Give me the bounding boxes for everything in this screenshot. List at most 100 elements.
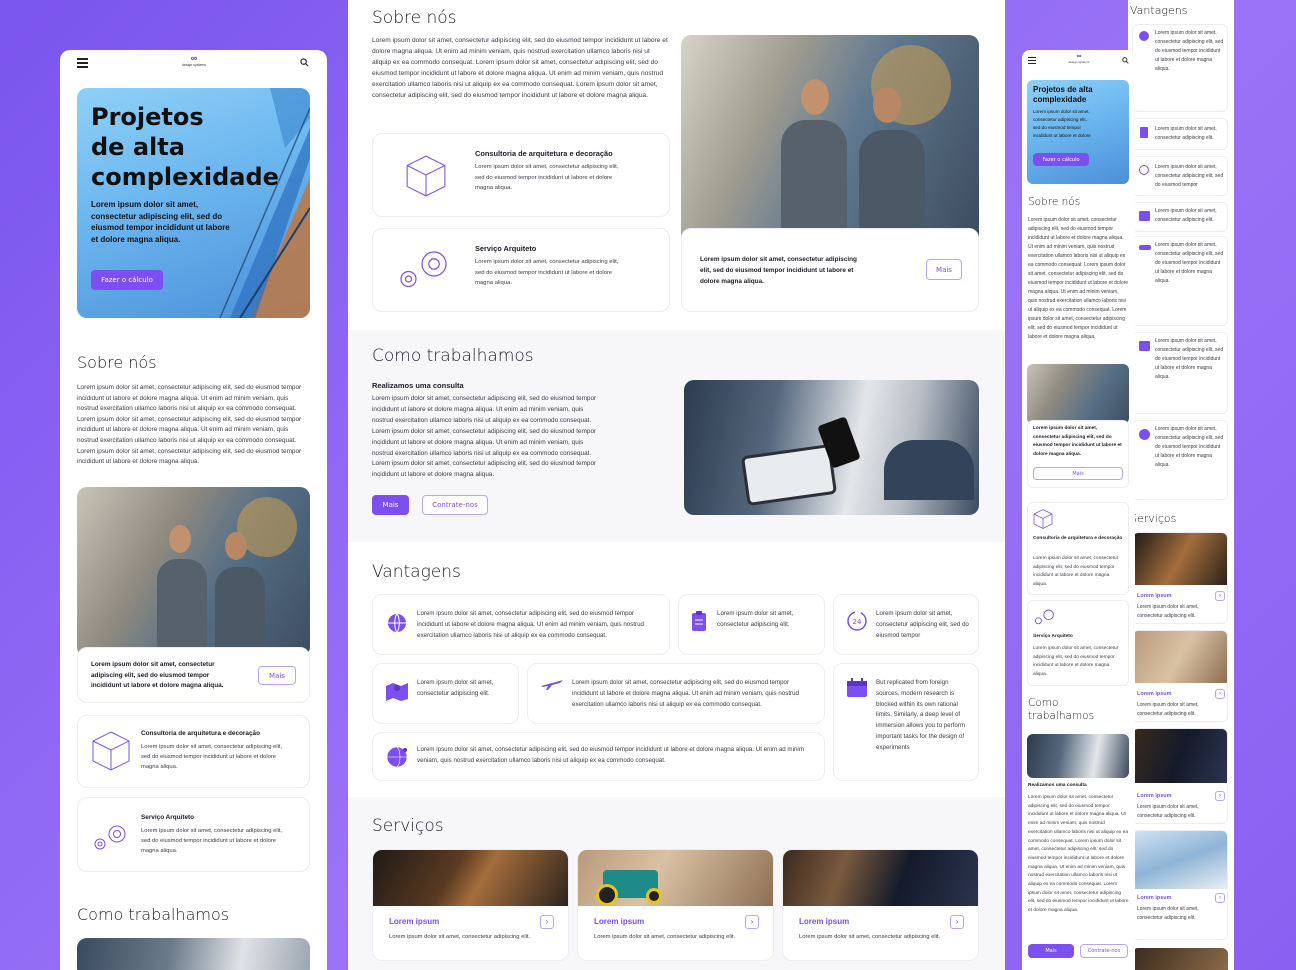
narrow-service-4[interactable]: Lorem ipsum › Lorem ipsum dolor sit amet…	[1132, 830, 1228, 940]
hero-title-line-3: complexidade	[91, 163, 279, 191]
service-tile-1-photo	[373, 850, 568, 906]
advantage-card-1: Lorem ipsum dolor sit amet, consectetur …	[372, 594, 670, 655]
brand-name: design systems	[1068, 60, 1090, 64]
workers-more-button-desktop[interactable]: Mais	[926, 259, 962, 280]
mobile-header: ∞ design systems	[60, 50, 327, 76]
narrow-service-2-photo	[1133, 631, 1227, 683]
brand-logo[interactable]: ∞ design systems	[1066, 53, 1092, 64]
sobre-text-desktop: Lorem ipsum dolor sit amet, consectetur …	[372, 37, 668, 99]
narrow-service-2-text: Lorem ipsum dolor sit amet, consectetur …	[1137, 702, 1199, 717]
hero-title-line-1: Projetos	[91, 103, 204, 131]
narrow-sobre-text: Lorem ipsum dolor sit amet, consectetur …	[1028, 217, 1129, 340]
narrow-adv-card-1: Lorem ipsum dolor sit amet, consectetur …	[1132, 24, 1228, 112]
narrow-como-hire-button[interactable]: Contrate-nos	[1080, 944, 1128, 958]
service-card-arquiteto-desktop[interactable]: Serviço Arquiteto Lorem ipsum dolor sit …	[372, 228, 670, 312]
como-hire-button[interactable]: Contrate-nos	[422, 495, 488, 515]
narrow-adv-text-1: Lorem ipsum dolor sit amet, consectetur …	[1155, 30, 1224, 72]
globe-icon	[388, 613, 406, 633]
narrow-hero-cta[interactable]: Fazer o cálculo	[1033, 153, 1089, 166]
narrow-service-1[interactable]: Lorem ipsum › Lorem ipsum dolor sit amet…	[1132, 532, 1228, 624]
como-more-button[interactable]: Mais	[372, 495, 409, 515]
narrow-section-title-como: Como trabalhamos	[1028, 697, 1095, 722]
service-tile-2-title: Lorem ipsum	[594, 917, 645, 926]
section-title-vantagens-narrow: Vantagens	[1130, 4, 1188, 17]
narrow-service-1-photo	[1133, 533, 1227, 585]
service-title-consultoria-desktop: Consultoria de arquitetura e decoração	[475, 149, 613, 158]
narrow-service-3-title: Lorem ipsum	[1137, 793, 1172, 799]
calendar-icon	[847, 678, 867, 697]
section-title-servicos: Serviços	[372, 816, 444, 836]
arrow-right-icon[interactable]: ›	[1215, 791, 1225, 801]
service-card-consultoria[interactable]: Consultoria de arquitetura e decoração L…	[77, 715, 310, 788]
narrow-adv-card-4: Lorem ipsum dolor sit amet, consectetur …	[1132, 202, 1228, 232]
workers-more-button[interactable]: Mais	[258, 666, 296, 685]
narrow-adv-card-5: Lorem ipsum dolor sit amet, consectetur …	[1132, 236, 1228, 326]
clock-24-icon: 24	[847, 611, 867, 631]
service-tile-3[interactable]: Lorem ipsum › Lorem ipsum dolor sit amet…	[782, 849, 979, 961]
narrow-service-title-consultoria: Consultoria de arquitetura e decoração	[1033, 536, 1123, 541]
como-section: Como trabalhamos Realizamos uma consulta…	[348, 330, 1005, 542]
section-title-vantagens: Vantagens	[372, 562, 461, 582]
arrow-right-icon[interactable]: ›	[1215, 689, 1225, 699]
service-title-arquiteto-desktop: Serviço Arquiteto	[475, 244, 537, 253]
brand-logo[interactable]: ∞ design systems	[178, 53, 210, 68]
svg-text:24: 24	[853, 618, 862, 626]
desktop-preview-panel: Sobre nós Lorem ipsum dolor sit amet, co…	[348, 0, 1005, 970]
box-icon	[406, 155, 446, 197]
narrow-preview-panel-a: ∞ design systems Projetos de alta comple…	[1022, 50, 1135, 970]
hamburger-icon[interactable]	[77, 58, 88, 68]
brand-name: design systems	[181, 63, 207, 67]
service-card-consultoria-desktop[interactable]: Consultoria de arquitetura e decoração L…	[372, 133, 670, 217]
narrow-adv-card-3: Lorem ipsum dolor sit amet, consectetur …	[1132, 156, 1228, 196]
arrow-right-icon[interactable]: ›	[745, 915, 759, 929]
sobre-text: Lorem ipsum dolor sit amet, consectetur …	[77, 384, 302, 466]
narrow-service-2[interactable]: Lorem ipsum › Lorem ipsum dolor sit amet…	[1132, 630, 1228, 722]
advantage-text-2: Lorem ipsum dolor sit amet, consectetur …	[717, 610, 794, 628]
advantage-text-7: Lorem ipsum dolor sit amet, consectetur …	[417, 746, 804, 764]
narrow-workers-more-button[interactable]: Mais	[1033, 467, 1123, 480]
map-icon	[1139, 211, 1150, 221]
airplane-icon	[1139, 245, 1151, 250]
arrow-right-icon[interactable]: ›	[1215, 591, 1225, 601]
hamburger-icon[interactable]	[1028, 57, 1036, 64]
logo-mark-icon: ∞	[1076, 53, 1082, 60]
service-tile-2-text: Lorem ipsum dolor sit amet, consectetur …	[594, 934, 736, 940]
narrow-como-subtitle: Realizamos uma consulta	[1028, 783, 1087, 788]
calendar-icon	[1139, 341, 1150, 351]
world-network-icon	[1139, 429, 1150, 440]
meeting-photo-desktop	[684, 380, 979, 515]
advantage-text-4: Lorem ipsum dolor sit amet, consectetur …	[417, 679, 494, 697]
narrow-service-3-photo	[1133, 729, 1227, 783]
narrow-service-3[interactable]: Lorem ipsum › Lorem ipsum dolor sit amet…	[1132, 728, 1228, 824]
search-icon[interactable]	[1122, 57, 1129, 64]
vantagens-section: Vantagens Lorem ipsum dolor sit amet, co…	[348, 542, 1005, 797]
service-text-consultoria: Lorem ipsum dolor sit amet, consectetur …	[141, 744, 283, 770]
gears-icon	[1034, 609, 1054, 625]
arrow-right-icon[interactable]: ›	[950, 915, 964, 929]
narrow-service-text-arquiteto: Lorem ipsum dolor sit amet, consectetur …	[1033, 646, 1119, 677]
service-tile-2[interactable]: Lorem ipsum › Lorem ipsum dolor sit amet…	[577, 849, 774, 961]
service-title-consultoria: Consultoria de arquitetura e decoração	[141, 730, 260, 737]
arrow-right-icon[interactable]: ›	[1215, 893, 1225, 903]
search-icon[interactable]	[300, 58, 309, 67]
service-tile-3-photo	[783, 850, 978, 906]
narrow-adv-card-7: Lorem ipsum dolor sit amet, consectetur …	[1132, 420, 1228, 500]
service-tile-3-title: Lorem ipsum	[799, 917, 850, 926]
narrow-section-title-sobre: Sobre nós	[1028, 196, 1081, 208]
logo-mark-icon: ∞	[190, 53, 198, 63]
service-tile-3-text: Lorem ipsum dolor sit amet, consectetur …	[799, 934, 941, 940]
arrow-right-icon[interactable]: ›	[540, 915, 554, 929]
narrow-adv-text-3: Lorem ipsum dolor sit amet, consectetur …	[1155, 164, 1224, 188]
narrow-hero-title: Projetos de alta complexidade	[1033, 85, 1093, 104]
narrow-service-4-text: Lorem ipsum dolor sit amet, consectetur …	[1137, 906, 1199, 921]
narrow-como-more-button[interactable]: Mais	[1028, 944, 1074, 958]
narrow-service-text-consultoria: Lorem ipsum dolor sit amet, consectetur …	[1033, 556, 1119, 587]
service-tile-1[interactable]: Lorem ipsum › Lorem ipsum dolor sit amet…	[372, 849, 569, 961]
section-title-como: Como trabalhamos	[77, 905, 230, 924]
narrow-service-card-arquiteto[interactable]: Serviço Arquiteto Lorem ipsum dolor sit …	[1027, 600, 1129, 686]
box-icon	[1033, 509, 1053, 529]
service-text-arquiteto: Lorem ipsum dolor sit amet, consectetur …	[141, 828, 283, 854]
narrow-service-card-consultoria[interactable]: Consultoria de arquitetura e decoração L…	[1027, 502, 1129, 595]
service-card-arquiteto[interactable]: Serviço Arquiteto Lorem ipsum dolor sit …	[77, 797, 310, 872]
hero-cta-button[interactable]: Fazer o cálculo	[91, 270, 163, 290]
